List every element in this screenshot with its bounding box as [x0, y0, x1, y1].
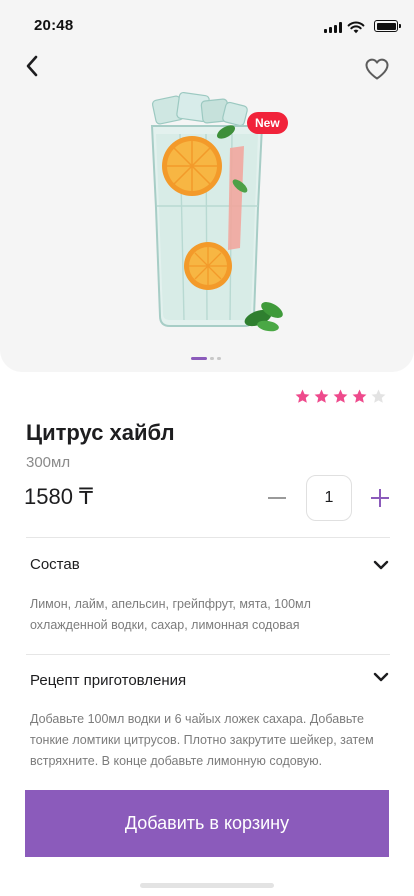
recipe-text: Добавьте 100мл водки и 6 чайых ложек сах…	[30, 712, 374, 768]
product-price: 1580 ₸	[24, 484, 94, 509]
star-filled-icon[interactable]	[294, 388, 311, 405]
pager-dot[interactable]	[191, 356, 207, 360]
chevron-down-icon	[373, 672, 389, 682]
wifi-icon	[347, 21, 365, 34]
favorite-button[interactable]	[362, 54, 392, 84]
quantity-value[interactable]: 1	[306, 475, 352, 521]
back-button[interactable]	[18, 52, 46, 80]
pager-dot[interactable]	[217, 356, 221, 360]
gallery-pager[interactable]	[191, 356, 221, 360]
heart-outline-icon	[365, 58, 389, 80]
recipe-title: Рецепт приготовления	[30, 672, 187, 689]
star-empty-icon[interactable]	[370, 388, 387, 405]
status-bar: 20:48	[0, 0, 414, 48]
chevron-left-icon	[26, 55, 38, 77]
quantity-decrease-button[interactable]	[264, 485, 290, 511]
product-title: Цитрус хайбл	[26, 420, 175, 445]
quantity-increase-button[interactable]	[367, 485, 393, 511]
rating-stars[interactable]	[294, 388, 387, 405]
status-time: 20:48	[34, 17, 74, 34]
product-volume: 300мл	[26, 454, 71, 471]
star-filled-icon[interactable]	[351, 388, 368, 405]
product-hero: 20:48 New	[0, 0, 414, 372]
recipe-accordion-header[interactable]: Рецепт приготовления	[26, 668, 392, 696]
composition-text: Лимон, лайм, апельсин, грейпфрут, мята, …	[30, 597, 311, 632]
star-filled-icon[interactable]	[332, 388, 349, 405]
divider	[26, 537, 390, 538]
battery-icon	[374, 20, 401, 32]
pager-dot[interactable]	[210, 356, 214, 360]
minus-icon	[268, 497, 286, 499]
signal-icon	[324, 22, 343, 33]
divider	[26, 654, 390, 655]
add-to-cart-button[interactable]: Добавить в корзину	[25, 790, 389, 857]
composition-title: Состав	[30, 556, 80, 573]
home-indicator[interactable]	[140, 883, 274, 888]
new-badge: New	[247, 112, 288, 134]
composition-accordion-header[interactable]: Состав	[26, 552, 392, 580]
star-filled-icon[interactable]	[313, 388, 330, 405]
chevron-down-icon	[373, 560, 389, 570]
